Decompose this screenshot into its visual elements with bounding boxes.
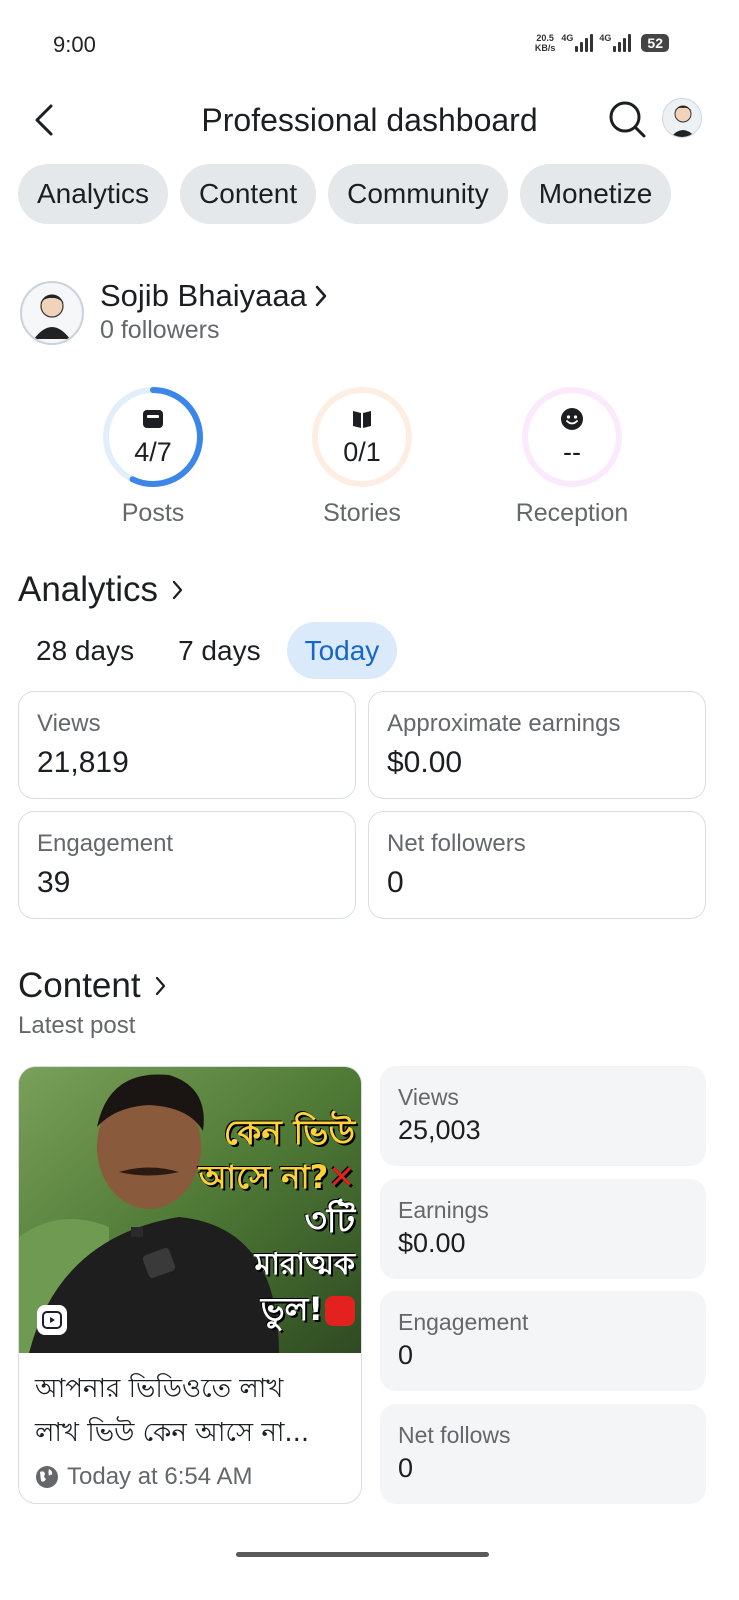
profile-followers: 0 followers xyxy=(100,316,220,344)
reception-goal[interactable]: -- Reception xyxy=(472,385,672,535)
signal-icon xyxy=(575,34,594,52)
post-stat-engagement: Engagement 0 xyxy=(380,1291,706,1391)
metric-label: Net followers xyxy=(387,830,526,857)
globe-icon xyxy=(36,1466,58,1488)
signal-icon-2 xyxy=(613,34,632,52)
header: Professional dashboard xyxy=(0,92,739,148)
metric-value: 21,819 xyxy=(37,746,129,779)
post-stat-label: Engagement xyxy=(398,1309,529,1335)
post-stat-value: 0 xyxy=(398,1453,414,1483)
post-stat-value: $0.00 xyxy=(398,1228,466,1258)
reception-goal-value: -- xyxy=(563,437,581,467)
posts-goal-label: Posts xyxy=(121,499,185,527)
period-28-days[interactable]: 28 days xyxy=(18,622,152,679)
reception-goal-label: Reception xyxy=(515,499,629,527)
metric-value: 0 xyxy=(387,866,404,899)
chevron-right-icon xyxy=(155,976,165,996)
post-stat-net-follows: Net follows 0 xyxy=(380,1404,706,1504)
post-stat-label: Net follows xyxy=(398,1422,511,1448)
network-speed: 20.5 KB/s xyxy=(534,33,556,53)
stories-icon xyxy=(353,411,371,428)
avatar-illustration-icon xyxy=(23,284,81,342)
account-avatar[interactable] xyxy=(662,98,702,138)
posts-icon xyxy=(143,410,163,428)
metric-label: Engagement xyxy=(37,830,174,857)
network-type-2: 4G xyxy=(599,33,612,43)
status-bar: 9:00 20.5 KB/s 4G 4G 52 xyxy=(0,0,739,90)
post-stat-views: Views 25,003 xyxy=(380,1066,706,1166)
metric-engagement[interactable]: Engagement 39 xyxy=(18,811,356,919)
latest-post-label: Latest post xyxy=(18,1012,136,1039)
period-tabs: 28 days 7 days Today xyxy=(18,622,398,679)
profile-avatar xyxy=(20,281,84,345)
period-today[interactable]: Today xyxy=(286,622,398,679)
metric-value: 39 xyxy=(37,866,71,899)
metric-value: $0.00 xyxy=(387,746,463,779)
post-stat-label: Earnings xyxy=(398,1197,489,1223)
posts-goal-value: 4/7 xyxy=(134,437,172,467)
status-time: 9:00 xyxy=(53,32,96,57)
analytics-section-header[interactable]: Analytics xyxy=(18,570,184,610)
reception-icon xyxy=(561,408,583,430)
dashboard-tabs: Analytics Content Community Monetize xyxy=(18,164,672,224)
stories-goal-label: Stories xyxy=(323,499,401,527)
tab-community[interactable]: Community xyxy=(328,164,508,224)
metric-net-followers[interactable]: Net followers 0 xyxy=(368,811,706,919)
tab-content[interactable]: Content xyxy=(180,164,317,224)
cross-icon: ✕ xyxy=(328,1158,355,1196)
analytics-title: Analytics xyxy=(18,570,159,609)
post-time: Today at 6:54 AM xyxy=(35,1463,252,1491)
profile-row[interactable]: Sojib Bhaiyaaa 0 followers xyxy=(20,278,720,348)
home-indicator[interactable] xyxy=(236,1552,489,1557)
search-button[interactable] xyxy=(606,98,648,140)
content-section-header[interactable]: Content xyxy=(18,966,167,1006)
network-type-1: 4G xyxy=(561,33,574,43)
stop-sign-icon xyxy=(325,1296,355,1326)
metric-views[interactable]: Views 21,819 xyxy=(18,691,356,799)
period-7-days[interactable]: 7 days xyxy=(160,622,279,679)
avatar-illustration-icon xyxy=(671,105,695,137)
post-stat-label: Views xyxy=(398,1084,459,1110)
tab-analytics[interactable]: Analytics xyxy=(18,164,169,224)
thumbnail-text: কেন ভিউ আসে না?✕ ৩টি মারাত্মক ভুল! xyxy=(198,1113,355,1328)
post-stat-value: 0 xyxy=(398,1340,414,1370)
reel-icon xyxy=(37,1305,67,1335)
stories-goal-value: 0/1 xyxy=(343,437,381,467)
search-icon xyxy=(609,101,646,138)
post-thumbnail: কেন ভিউ আসে না?✕ ৩টি মারাত্মক ভুল! xyxy=(19,1067,361,1353)
post-stat-value: 25,003 xyxy=(398,1115,481,1145)
metric-label: Approximate earnings xyxy=(387,710,621,737)
battery-icon: 52 xyxy=(641,34,669,52)
post-caption: আপনার ভিডিওতে লাখ লাখ ভিউ কেন আসে না... xyxy=(35,1374,310,1448)
status-indicators: 20.5 KB/s 4G 4G 52 xyxy=(535,33,669,53)
latest-post-card[interactable]: কেন ভিউ আসে না?✕ ৩টি মারাত্মক ভুল! আপনার… xyxy=(18,1066,362,1504)
stories-goal[interactable]: 0/1 Stories xyxy=(262,385,462,535)
content-title: Content xyxy=(18,966,141,1005)
posts-goal[interactable]: 4/7 Posts xyxy=(53,385,253,535)
metric-label: Views xyxy=(37,710,101,737)
tab-monetize[interactable]: Monetize xyxy=(519,164,672,224)
metric-approximate-earnings[interactable]: Approximate earnings $0.00 xyxy=(368,691,706,799)
post-stat-earnings: Earnings $0.00 xyxy=(380,1179,706,1279)
chevron-right-icon xyxy=(172,580,183,600)
chevron-right-icon xyxy=(315,285,327,307)
profile-name: Sojib Bhaiyaaa xyxy=(100,278,307,313)
